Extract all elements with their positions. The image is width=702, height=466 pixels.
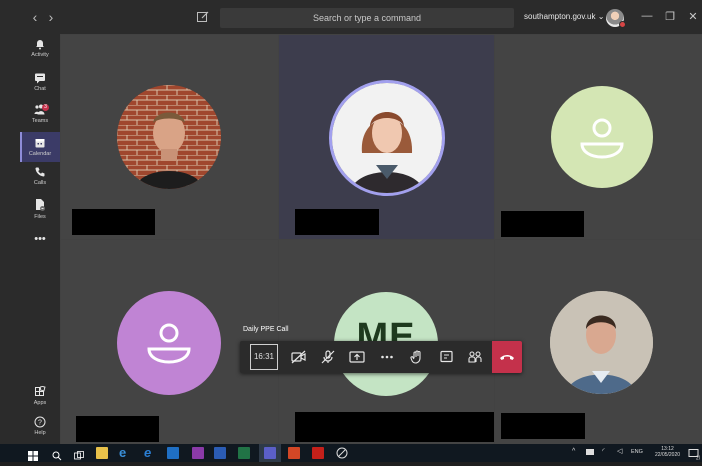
rail-item-files[interactable]: Files [20, 198, 60, 232]
chevron-down-icon: ⌄ [597, 12, 605, 21]
person-icon [580, 118, 624, 159]
rail-label: Chat [34, 86, 46, 92]
more-options-icon[interactable] [378, 349, 396, 365]
rail-label: Calls [33, 180, 47, 186]
share-screen-icon[interactable] [348, 349, 366, 365]
bell-icon [36, 40, 44, 50]
chat-icon[interactable] [438, 349, 456, 365]
compose-icon[interactable] [196, 10, 210, 24]
rail-item-chat[interactable]: Chat [20, 72, 60, 106]
more-apps-icon[interactable]: ••• [20, 234, 60, 248]
teams-app-icon[interactable] [264, 447, 276, 459]
battery-icon [586, 449, 594, 455]
org-name: southampton.gov.uk [524, 12, 596, 21]
tray-chevron-icon[interactable]: ^ [572, 448, 575, 455]
action-center-icon[interactable]: 20 [688, 447, 702, 462]
rail-label: Activity [31, 52, 49, 58]
forward-button[interactable]: › [44, 10, 58, 24]
name-label-redacted [295, 209, 379, 235]
clock[interactable]: 13:12 22/05/2020 [655, 446, 680, 458]
file-explorer-icon[interactable] [96, 447, 108, 459]
windows-start-icon[interactable] [28, 448, 38, 466]
edge-icon[interactable]: e [144, 445, 151, 460]
rail-label: Files [34, 214, 46, 220]
excel-icon[interactable] [238, 447, 250, 459]
hang-up-button[interactable] [492, 341, 522, 373]
rail-label: Help [34, 430, 46, 436]
language-indicator[interactable]: ENG [631, 449, 643, 455]
notification-count: 20 [696, 456, 700, 461]
person-icon [147, 323, 191, 364]
name-label-redacted [501, 413, 585, 439]
outlook-icon[interactable] [167, 447, 179, 459]
network-icon[interactable]: ◜ [602, 447, 605, 455]
rail-label: Apps [33, 400, 47, 406]
svg-text:?: ? [38, 420, 42, 427]
powerpoint-icon[interactable] [288, 447, 300, 459]
default-avatar [117, 291, 221, 395]
rail-label: Calendar [28, 151, 52, 157]
apps-icon [35, 386, 46, 396]
search-input[interactable]: Search or type a command [220, 8, 514, 28]
minimize-icon[interactable]: — [640, 10, 654, 22]
name-label-redacted [501, 211, 584, 237]
chat-icon [35, 73, 45, 84]
name-label-redacted [72, 209, 155, 235]
snipping-tool-icon[interactable] [336, 446, 348, 459]
files-icon [36, 199, 45, 211]
call-timer: 16:31 [250, 344, 278, 370]
maximize-icon[interactable]: ❐ [663, 10, 677, 23]
rail-item-calls[interactable]: Calls [20, 166, 60, 200]
meeting-title: Daily PPE Call [243, 326, 289, 333]
rail-label: Teams [31, 118, 49, 124]
rail-item-help[interactable]: ? Help [20, 416, 60, 444]
search-icon[interactable] [52, 448, 62, 466]
participants-icon[interactable] [466, 349, 484, 365]
volume-icon[interactable]: ◁ [617, 447, 622, 455]
acrobat-icon[interactable] [312, 447, 324, 459]
default-avatar [551, 86, 653, 188]
org-switcher[interactable]: southampton.gov.uk ⌄ [524, 12, 604, 21]
hang-up-icon [500, 355, 514, 360]
ie-icon[interactable]: e [119, 445, 126, 460]
raise-hand-icon[interactable] [408, 349, 426, 365]
participant-photo [550, 291, 653, 394]
participant-photo [329, 80, 445, 196]
close-icon[interactable]: ✕ [686, 10, 700, 23]
rail-item-calendar[interactable]: Calendar [20, 132, 60, 162]
rail-item-apps[interactable]: Apps [20, 386, 60, 420]
clock-date: 22/05/2020 [655, 452, 681, 458]
mic-off-icon[interactable] [319, 349, 337, 365]
name-label-redacted [76, 416, 159, 442]
back-button[interactable]: ‹ [28, 10, 42, 24]
onenote-icon[interactable] [192, 447, 204, 459]
calendar-icon [35, 139, 45, 148]
task-view-icon[interactable] [74, 448, 84, 466]
help-icon: ? [34, 416, 46, 428]
phone-icon [35, 167, 45, 177]
name-label-redacted [295, 412, 494, 442]
camera-off-icon[interactable] [290, 349, 308, 365]
presence-status-icon [619, 21, 626, 28]
notification-badge: 3 [42, 104, 49, 111]
word-icon[interactable] [214, 447, 226, 459]
rail-item-activity[interactable]: Activity [20, 38, 60, 72]
participant-photo [117, 85, 221, 189]
